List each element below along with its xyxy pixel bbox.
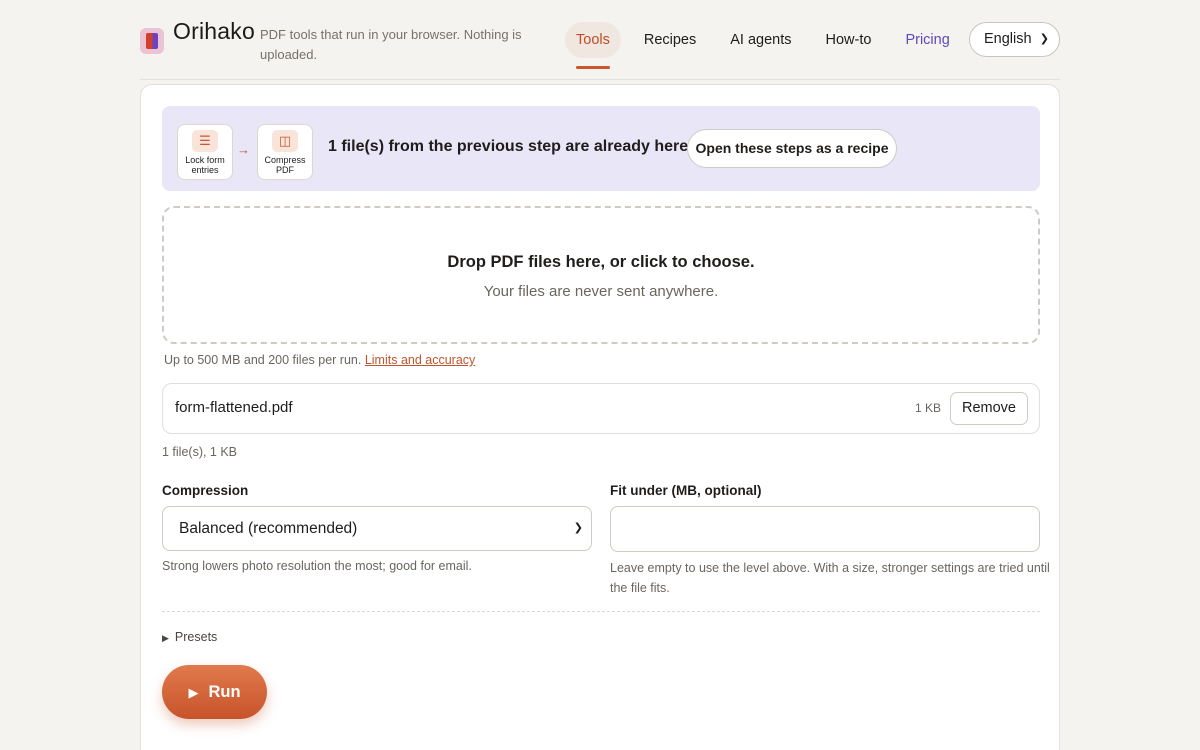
top-header: Orihako PDF tools that run in your brows… [140,0,1060,80]
run-button[interactable]: ▶ Run [162,665,267,719]
compression-value: Balanced (recommended) [179,520,358,537]
compress-icon: ◫ [272,130,298,152]
remove-file-button[interactable]: Remove [950,392,1028,425]
banner-message: 1 file(s) from the previous step are alr… [328,138,693,155]
file-dropzone[interactable]: Drop PDF files here, or click to choose.… [162,206,1040,344]
fit-under-label: Fit under (MB, optional) [610,483,762,498]
limits-link[interactable]: Limits and accuracy [365,353,475,367]
language-value: English [984,31,1032,47]
step-label: Compress PDF [264,155,306,175]
limits-note: Up to 500 MB and 200 files per run. Limi… [164,353,475,367]
compression-label: Compression [162,483,249,498]
presets-label: Presets [174,630,218,644]
brand-name[interactable]: Orihako [173,18,255,45]
chevron-down-icon: ❯ [1039,33,1049,45]
file-size: 1 KB [915,401,942,415]
chevron-down-icon: ❯ [573,522,583,534]
nav-pricing[interactable]: Pricing [894,22,960,58]
open-recipe-button[interactable]: Open these steps as a recipe [687,129,897,168]
compression-select[interactable]: Balanced (recommended) ❯ [162,506,592,551]
step-lock-form: ☰ Lock form entries [177,124,233,180]
nav-recipes[interactable]: Recipes [633,22,707,58]
dropzone-title: Drop PDF files here, or click to choose. [447,253,755,271]
logo-icon[interactable] [140,28,164,54]
nav-tools[interactable]: Tools [565,22,621,69]
fit-under-input[interactable] [610,506,1040,552]
main-nav: Tools Recipes AI agents How-to Pricing [565,22,973,69]
tagline: PDF tools that run in your browser. Noth… [260,27,522,62]
step-label: Lock form entries [185,155,225,175]
arrow-right-icon: → [237,142,250,157]
file-name: form-flattened.pdf [175,399,293,416]
divider [162,611,1040,612]
compression-hint: Strong lowers photo resolution the most;… [162,559,472,573]
dropzone-subtitle: Your files are never sent anywhere. [483,283,719,300]
play-icon: ▶ [188,685,199,700]
file-row: form-flattened.pdf 1 KB Remove [162,383,1040,434]
step-compress: ◫ Compress PDF [257,124,313,180]
nav-how-to[interactable]: How-to [815,22,883,58]
run-label: Run [208,683,241,701]
layers-icon: ☰ [192,130,218,152]
fit-under-hint: Leave empty to use the level above. With… [610,561,1050,595]
language-select[interactable]: English ❯ [969,22,1060,57]
tool-card: ☰ Lock form entries → ◫ Compress PDF 1 f… [140,84,1060,750]
files-summary: 1 file(s), 1 KB [162,445,238,459]
nav-ai-agents[interactable]: AI agents [719,22,802,58]
triangle-right-icon: ▶ [162,633,169,643]
presets-toggle[interactable]: ▶ Presets [162,630,217,644]
limits-text: Up to 500 MB and 200 files per run. [164,353,362,367]
previous-step-banner: ☰ Lock form entries → ◫ Compress PDF 1 f… [162,106,1040,191]
